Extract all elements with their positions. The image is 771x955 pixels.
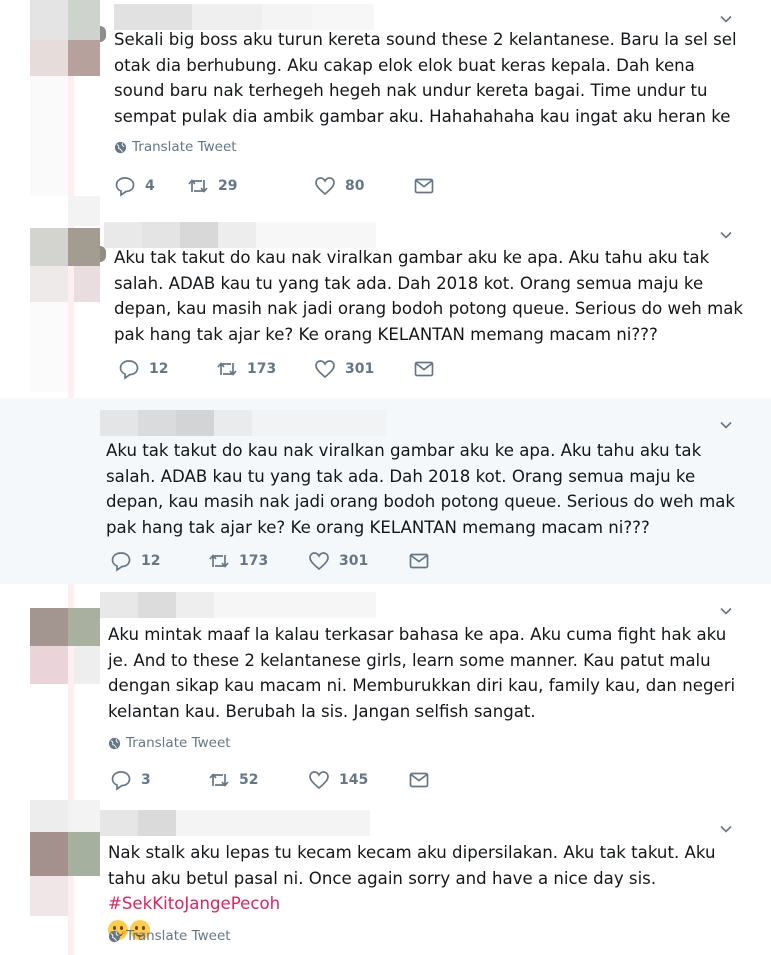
tweet-text: Sekali big boss aku turun kereta sound t… bbox=[114, 30, 737, 126]
like-count: 301 bbox=[339, 553, 369, 569]
like-count: 145 bbox=[339, 772, 369, 788]
tweet-body: Nak stalk aku lepas tu kecam kecam aku d… bbox=[108, 843, 716, 888]
like-count: 80 bbox=[345, 178, 365, 194]
avatar[interactable] bbox=[100, 26, 106, 42]
reply-button[interactable]: 4 bbox=[114, 175, 155, 197]
translate-tweet-link[interactable]: Translate Tweet bbox=[108, 928, 231, 944]
reply-icon bbox=[119, 360, 139, 380]
direct-message-button[interactable] bbox=[408, 769, 430, 791]
tweet-text: Nak stalk aku lepas tu kecam kecam aku d… bbox=[108, 840, 738, 942]
direct-message-button[interactable] bbox=[413, 175, 435, 197]
direct-message-button[interactable] bbox=[408, 550, 430, 572]
reply-button[interactable]: 3 bbox=[110, 769, 151, 791]
username-censored bbox=[100, 410, 386, 436]
heart-icon bbox=[315, 360, 335, 379]
retweet-count: 173 bbox=[239, 553, 269, 569]
chevron-down-icon[interactable] bbox=[719, 822, 733, 836]
username-censored bbox=[100, 592, 376, 618]
chevron-down-icon[interactable] bbox=[719, 418, 733, 432]
like-count: 301 bbox=[345, 361, 375, 377]
reply-count: 3 bbox=[141, 772, 151, 788]
retweet-button[interactable]: 52 bbox=[208, 769, 258, 791]
envelope-icon bbox=[414, 178, 434, 194]
translate-label: Translate Tweet bbox=[126, 735, 231, 751]
hashtag-link[interactable]: #SekKitoJangePecoh bbox=[108, 894, 280, 913]
translate-label: Translate Tweet bbox=[126, 928, 231, 944]
translate-tweet-link[interactable]: Translate Tweet bbox=[108, 735, 231, 751]
envelope-icon bbox=[409, 772, 429, 788]
avatar[interactable] bbox=[100, 246, 106, 262]
retweet-icon bbox=[209, 554, 229, 568]
retweet-icon bbox=[188, 179, 208, 193]
tweet-1[interactable]: Sekali big boss aku turun kereta sound t… bbox=[0, 0, 771, 212]
retweet-button[interactable]: 173 bbox=[208, 550, 268, 572]
reply-count: 4 bbox=[145, 178, 155, 194]
globe-icon bbox=[114, 141, 127, 153]
translate-tweet-link[interactable]: Translate Tweet bbox=[114, 139, 237, 155]
username-censored bbox=[100, 810, 370, 836]
like-button[interactable]: 145 bbox=[308, 769, 368, 791]
reply-icon bbox=[111, 771, 131, 791]
retweet-icon bbox=[209, 773, 229, 787]
tweet-5[interactable]: Nak stalk aku lepas tu kecam kecam aku d… bbox=[0, 798, 771, 955]
chevron-down-icon[interactable] bbox=[719, 604, 733, 618]
globe-icon bbox=[108, 737, 121, 749]
retweet-count: 29 bbox=[218, 178, 238, 194]
like-button[interactable]: 301 bbox=[314, 358, 374, 380]
tweet-2[interactable]: Aku tak takut do kau nak viralkan gambar… bbox=[0, 212, 771, 398]
reply-count: 12 bbox=[149, 361, 169, 377]
chevron-down-icon[interactable] bbox=[719, 228, 733, 242]
reply-icon bbox=[111, 552, 131, 572]
tweet-3[interactable]: Aku tak takut do kau nak viralkan gambar… bbox=[0, 398, 771, 584]
like-button[interactable]: 301 bbox=[308, 550, 368, 572]
direct-message-button[interactable] bbox=[413, 358, 435, 380]
translate-label: Translate Tweet bbox=[132, 139, 237, 155]
tweet-text: Aku tak takut do kau nak viralkan gambar… bbox=[114, 248, 744, 344]
reply-icon bbox=[115, 177, 135, 197]
reply-count: 12 bbox=[141, 553, 161, 569]
retweet-button[interactable]: 173 bbox=[216, 358, 276, 380]
heart-icon bbox=[309, 771, 329, 790]
heart-icon bbox=[309, 552, 329, 571]
like-button[interactable]: 80 bbox=[314, 175, 364, 197]
tweet-text: Aku tak takut do kau nak viralkan gambar… bbox=[106, 441, 736, 537]
retweet-button[interactable]: 29 bbox=[187, 175, 237, 197]
chevron-down-icon[interactable] bbox=[719, 12, 733, 26]
reply-button[interactable]: 12 bbox=[110, 550, 160, 572]
globe-icon bbox=[108, 930, 121, 942]
retweet-icon bbox=[217, 362, 237, 376]
retweet-count: 52 bbox=[239, 772, 259, 788]
heart-icon bbox=[315, 177, 335, 196]
envelope-icon bbox=[414, 361, 434, 377]
envelope-icon bbox=[409, 553, 429, 569]
tweet-text: Aku mintak maaf la kalau terkasar bahasa… bbox=[108, 625, 736, 721]
retweet-count: 173 bbox=[247, 361, 277, 377]
reply-button[interactable]: 12 bbox=[118, 358, 168, 380]
tweet-4[interactable]: Aku mintak maaf la kalau terkasar bahasa… bbox=[0, 584, 771, 798]
